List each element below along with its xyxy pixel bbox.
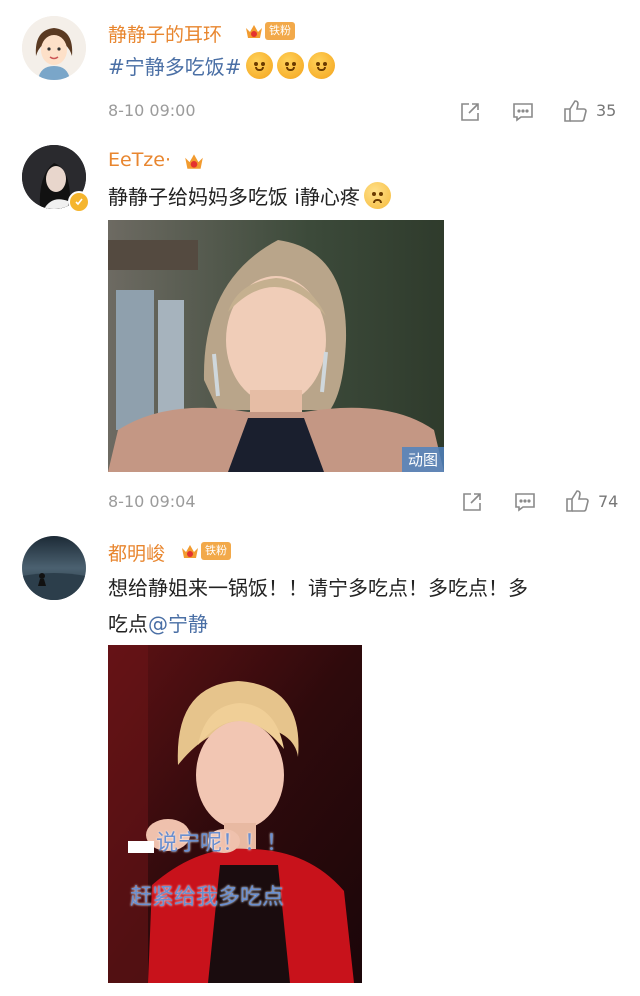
gif-image[interactable]: 说宁呢！！！ 赶紧给我多吃点 — [108, 645, 362, 983]
flushed-face-icon — [363, 182, 391, 209]
fan-badge[interactable]: 铁粉 — [244, 20, 295, 42]
gif-tag: 动图 — [401, 447, 444, 472]
gif-caption-2: 赶紧给我多吃点 — [130, 885, 285, 910]
comment-text: 静静子给妈妈多吃饭 i静心疼 — [108, 179, 391, 215]
like-icon[interactable] — [564, 488, 590, 514]
comment-body: 静静子给妈妈多吃饭 i静心疼 — [108, 185, 360, 209]
like-count: 74 — [598, 492, 619, 511]
upside-down-face-icon — [245, 52, 273, 79]
hashtag-link[interactable]: #宁静多吃饭# — [108, 55, 242, 79]
upside-down-face-icon — [276, 52, 304, 79]
gif-image[interactable]: 动图 — [108, 220, 444, 472]
timestamp: 8-10 09:00 — [108, 101, 196, 120]
fan-badge-label: 铁粉 — [201, 542, 231, 560]
gif-caption-1: 说宁呢！！！ — [156, 831, 289, 856]
comment-icon[interactable] — [513, 490, 537, 514]
fan-badge-label: 铁粉 — [265, 22, 295, 40]
comment-icon[interactable] — [511, 100, 535, 124]
comment-body-line-2: 吃点 — [108, 612, 148, 636]
comment-1: 静静子的耳环 铁粉 #宁静多吃饭# 8-10 09:00 35 — [0, 0, 640, 130]
avatar[interactable] — [22, 536, 86, 600]
crown-icon — [183, 151, 203, 169]
upside-down-face-icon — [307, 52, 335, 79]
share-icon[interactable] — [458, 100, 482, 124]
username[interactable]: 都明峻 — [108, 539, 165, 566]
share-icon[interactable] — [460, 490, 484, 514]
like-count: 35 — [596, 101, 617, 120]
avatar[interactable] — [22, 16, 86, 80]
username[interactable]: 静静子的耳环 — [108, 20, 222, 47]
crown-icon — [244, 22, 264, 40]
mention-link[interactable]: @宁静 — [148, 612, 208, 636]
comment-text: 想给静姐来一锅饭！！请宁多吃点！多吃点！多 吃点@宁静 — [108, 570, 618, 642]
comment-body-line-1: 想给静姐来一锅饭！！请宁多吃点！多吃点！多 — [108, 576, 528, 600]
comment-text: #宁静多吃饭# — [108, 49, 335, 85]
timestamp: 8-10 09:04 — [108, 492, 196, 511]
fan-badge[interactable]: 铁粉 — [180, 540, 231, 562]
like-icon[interactable] — [562, 98, 588, 124]
username[interactable]: EeTze· — [108, 149, 171, 171]
crown-icon — [180, 542, 200, 560]
verified-icon — [68, 191, 90, 213]
